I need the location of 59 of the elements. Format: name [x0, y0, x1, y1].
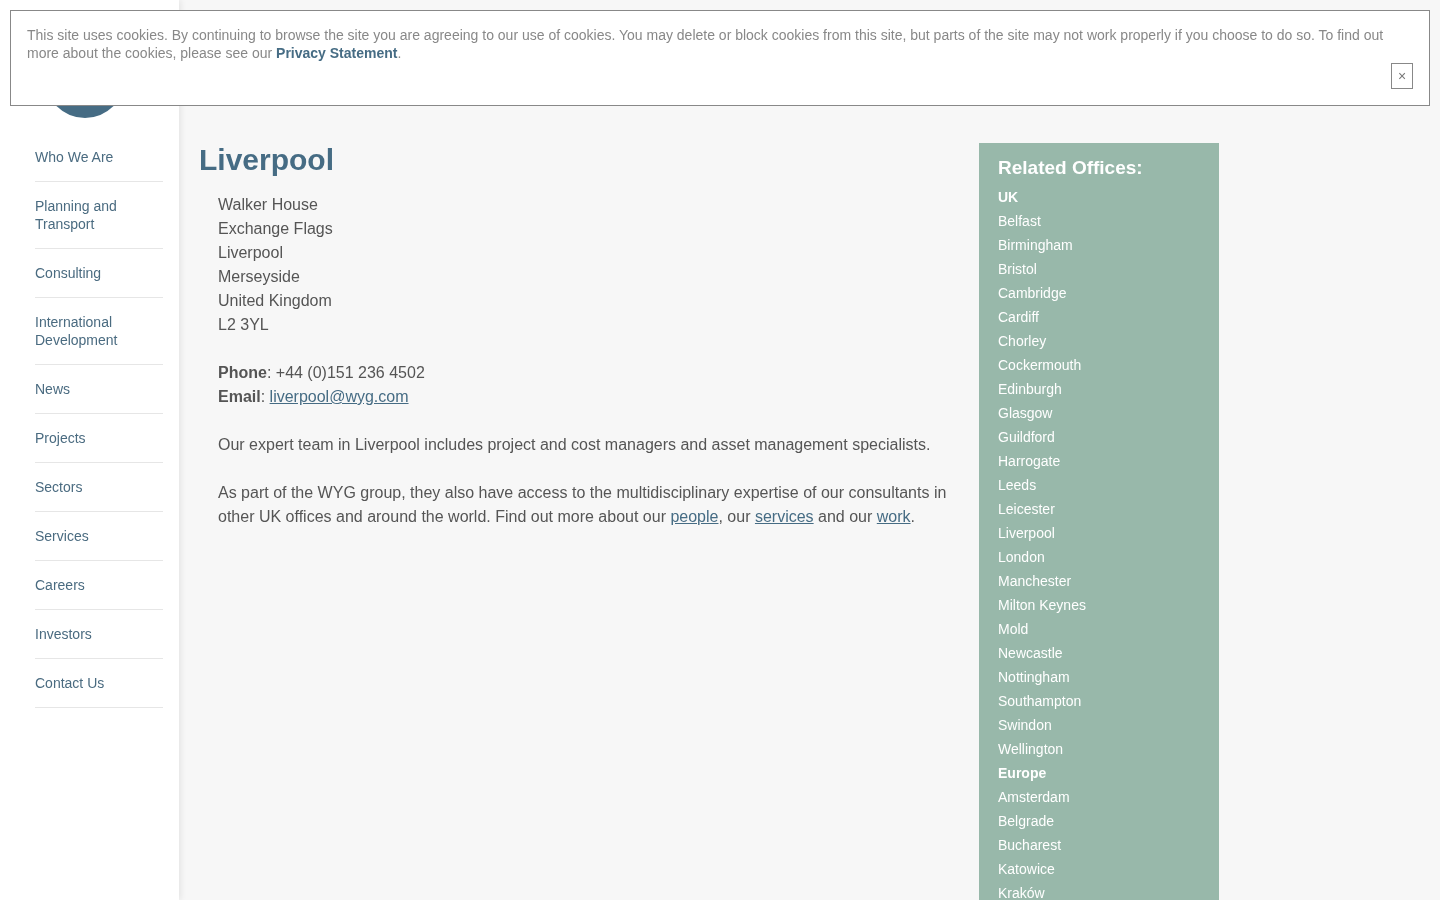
address-line: United Kingdom [218, 291, 333, 311]
paragraph: As part of the WYG group, they also have access to the multidisciplinary expertise of our consultants in other UK offices and around the world. Find out more about our people, our services and our work. [218, 483, 948, 527]
address-line: Exchange Flags [218, 219, 334, 239]
office-link[interactable]: Newcastle [998, 641, 1063, 665]
text-link[interactable]: people [670, 508, 719, 525]
nav-link[interactable]: Services [35, 527, 163, 561]
office-link[interactable]: Cardiff [998, 305, 1039, 329]
office-link[interactable]: Chorley [998, 329, 1047, 353]
email-link[interactable]: liverpool@wyg.com [269, 388, 409, 405]
office-link[interactable]: Birmingham [998, 233, 1073, 257]
office-link[interactable]: Kraków [998, 881, 1045, 900]
panel-title: Related Offices: [998, 157, 1143, 179]
office-link[interactable]: Cambridge [998, 281, 1067, 305]
office-link[interactable]: Guildford [998, 425, 1055, 449]
nav-link[interactable]: Contact Us [35, 674, 163, 708]
close-button[interactable]: × [1391, 63, 1413, 89]
nav-link[interactable]: Planning and Transport [35, 197, 163, 249]
office-link[interactable]: Amsterdam [998, 785, 1070, 809]
address-line: Walker House [218, 195, 319, 215]
nav-link[interactable]: International Development [35, 313, 163, 365]
paragraph: Our expert team in Liverpool includes project and cost managers and asset management specialists. [218, 435, 932, 455]
office-link[interactable]: Bristol [998, 257, 1037, 281]
office-link[interactable]: Manchester [998, 569, 1072, 593]
nav-link[interactable]: Who We Are [35, 148, 163, 182]
nav-link[interactable]: Consulting [35, 264, 163, 298]
nav-link[interactable]: Projects [35, 429, 163, 463]
office-link[interactable]: Bucharest [998, 833, 1062, 857]
nav-link[interactable]: Careers [35, 576, 163, 610]
page-title: Liverpool [199, 143, 335, 177]
office-link[interactable]: Swindon [998, 713, 1052, 737]
cookie-notice-text: This site uses cookies. By continuing to browse the site you are agreeing to our use of cookies. You may delete or block cookies from this site, but parts of the site may not work properly if you choose to do so. To find out more about the cookies, please see our Privacy Statement. [27, 26, 1385, 62]
nav-link[interactable]: News [35, 380, 163, 414]
office-link[interactable]: Harrogate [998, 449, 1061, 473]
address-line: Liverpool [218, 243, 284, 263]
region-heading: Europe [998, 764, 1047, 783]
office-link[interactable]: Cockermouth [998, 353, 1082, 377]
office-link[interactable]: Belgrade [998, 809, 1055, 833]
text-link[interactable]: work [876, 508, 911, 525]
phone-text: Phone: +44 (0)151 236 4502 [217, 363, 426, 383]
office-link[interactable]: Wellington [998, 737, 1064, 761]
office-link[interactable]: Southampton [998, 689, 1082, 713]
office-link[interactable]: Glasgow [998, 401, 1053, 425]
nav-link[interactable]: Investors [35, 625, 163, 659]
text-link[interactable]: services [754, 508, 814, 525]
office-link[interactable]: Liverpool [998, 521, 1055, 545]
office-link[interactable]: Leeds [998, 473, 1037, 497]
office-link[interactable]: Mold [998, 617, 1029, 641]
address-line: Merseyside [218, 267, 301, 287]
address-line: L2 3YL [218, 315, 270, 335]
nav-link[interactable]: Sectors [35, 478, 163, 512]
office-link[interactable]: Belfast [998, 209, 1041, 233]
email-line: Email: liverpool@wyg.com [217, 387, 410, 407]
office-link[interactable]: Nottingham [998, 665, 1070, 689]
region-heading: UK [998, 188, 1019, 207]
office-link[interactable]: Milton Keynes [998, 593, 1086, 617]
office-link[interactable]: Leicester [998, 497, 1055, 521]
office-link[interactable]: London [998, 545, 1045, 569]
office-link[interactable]: Edinburgh [998, 377, 1062, 401]
office-link[interactable]: Katowice [998, 857, 1055, 881]
